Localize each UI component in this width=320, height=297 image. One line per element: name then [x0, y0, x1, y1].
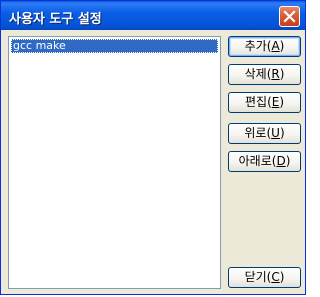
- down-hotkey: D: [276, 154, 286, 168]
- close-label: 닫기: [244, 270, 267, 284]
- delete-hotkey: R: [271, 67, 280, 81]
- close-hotkey: C: [271, 270, 280, 284]
- list-item[interactable]: gcc make: [11, 39, 218, 53]
- add-label: 추가: [244, 39, 267, 53]
- window-close-button[interactable]: [279, 6, 300, 27]
- up-label: 위로: [244, 126, 267, 140]
- user-tools-dialog: 사용자 도구 설정 gcc make 추가(A) 삭제(R) 편집(E) 위로(…: [0, 0, 306, 295]
- window-title: 사용자 도구 설정: [9, 12, 102, 27]
- close-x-icon: [283, 10, 296, 23]
- delete-button[interactable]: 삭제(R): [228, 64, 301, 85]
- move-up-button[interactable]: 위로(U): [228, 123, 301, 144]
- edit-button[interactable]: 편집(E): [228, 92, 301, 113]
- down-label: 아래로: [238, 154, 272, 168]
- tools-listbox[interactable]: gcc make: [8, 36, 221, 289]
- close-button[interactable]: 닫기(C): [228, 267, 301, 288]
- title-bar[interactable]: 사용자 도구 설정: [1, 1, 305, 30]
- edit-label: 편집: [244, 95, 268, 109]
- add-hotkey: A: [271, 39, 280, 53]
- up-hotkey: U: [271, 126, 280, 140]
- delete-label: 삭제: [244, 67, 267, 81]
- move-down-button[interactable]: 아래로(D): [228, 151, 301, 172]
- add-button[interactable]: 추가(A): [228, 36, 301, 57]
